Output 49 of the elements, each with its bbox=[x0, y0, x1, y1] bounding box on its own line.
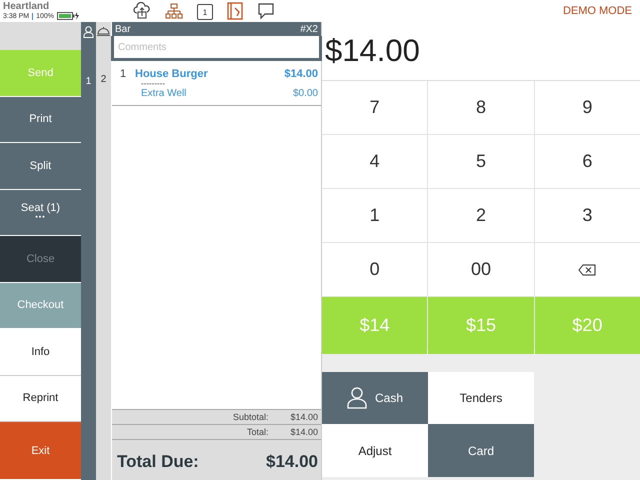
keypad-key[interactable]: 6 bbox=[534, 135, 640, 188]
door-icon[interactable] bbox=[227, 2, 243, 20]
total-due-value: $14.00 bbox=[266, 452, 318, 472]
subtotal-label: Subtotal: bbox=[232, 412, 268, 422]
keypad-key[interactable]: 9 bbox=[534, 81, 640, 134]
battery-icon bbox=[56, 12, 79, 20]
total-label: Total: bbox=[246, 427, 268, 437]
order-number: #X2 bbox=[300, 24, 318, 34]
keypad-key[interactable]: 1 bbox=[322, 189, 428, 242]
carrier-name: Heartland bbox=[3, 2, 50, 12]
demo-mode-label: DEMO MODE bbox=[562, 5, 632, 17]
total-value: $14.00 bbox=[290, 427, 318, 437]
total-due-label: Total Due: bbox=[117, 452, 199, 472]
keypad-key[interactable]: 8 bbox=[428, 81, 534, 134]
action-button[interactable]: Info bbox=[0, 329, 81, 376]
item-separator: --------- bbox=[140, 80, 166, 88]
keypad-key[interactable]: 7 bbox=[322, 81, 428, 134]
order-name: Bar bbox=[115, 24, 131, 34]
person-icon bbox=[346, 387, 367, 409]
tender-button[interactable]: Card bbox=[428, 424, 534, 477]
subtotal-value: $14.00 bbox=[290, 412, 318, 422]
action-button[interactable]: Exit bbox=[0, 422, 81, 480]
keypad-key[interactable]: 0 bbox=[322, 243, 428, 296]
tender-button[interactable]: Tenders bbox=[428, 372, 534, 424]
backspace-icon bbox=[578, 264, 596, 276]
amount-display: $14.00 bbox=[325, 33, 420, 69]
keypad-key[interactable]: 00 bbox=[428, 243, 534, 296]
keypad-key[interactable]: 3 bbox=[534, 189, 640, 242]
keypad-key[interactable]: 5 bbox=[428, 135, 534, 188]
person-icon bbox=[83, 26, 94, 38]
course-number: 2 bbox=[100, 74, 106, 85]
tender-button[interactable]: Cash bbox=[322, 372, 428, 424]
printer-icon[interactable]: 1 bbox=[197, 4, 213, 20]
item-price: $14.00 bbox=[284, 68, 318, 80]
chat-icon[interactable] bbox=[257, 2, 275, 20]
comments-field[interactable]: Comments bbox=[114, 36, 319, 58]
network-icon[interactable] bbox=[165, 3, 183, 19]
seat-number: 1 bbox=[86, 76, 92, 87]
item-quantity: 1 bbox=[120, 68, 128, 80]
action-button[interactable]: Print bbox=[0, 96, 81, 143]
action-button[interactable]: Reprint bbox=[0, 376, 81, 422]
keypad-key[interactable]: 2 bbox=[428, 189, 534, 242]
cloud-upload-icon[interactable] bbox=[133, 2, 151, 20]
keypad-key[interactable]: 4 bbox=[322, 135, 428, 188]
action-button[interactable]: Split bbox=[0, 143, 81, 190]
cloche-icon bbox=[97, 26, 110, 36]
modifier-name: Extra Well bbox=[141, 88, 186, 99]
modifier-price: $0.00 bbox=[292, 88, 318, 99]
tender-button[interactable]: Adjust bbox=[322, 424, 428, 477]
